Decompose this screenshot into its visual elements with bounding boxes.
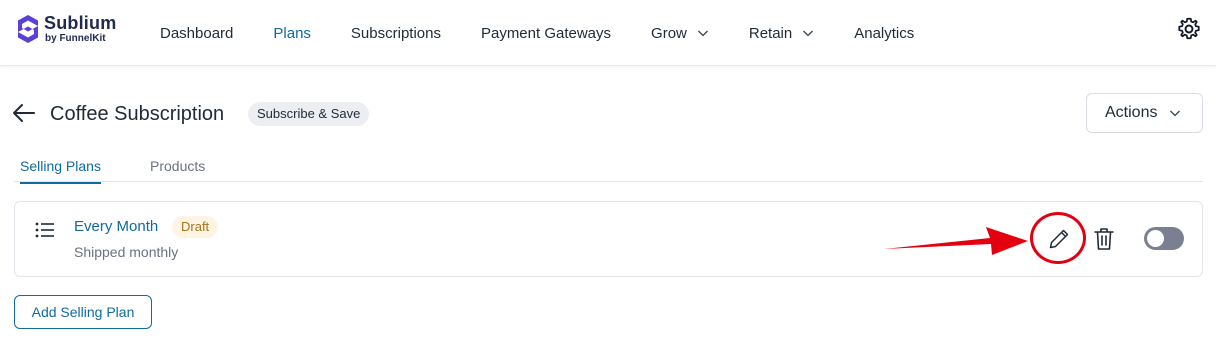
- plan-name-link[interactable]: Every Month: [74, 218, 158, 235]
- top-navigation-bar: Sublium by FunnelKit Dashboard Plans Sub…: [0, 0, 1216, 66]
- annotation-circle: [1030, 212, 1086, 264]
- page-title: Coffee Subscription: [50, 103, 225, 125]
- annotation-arrow-icon: [884, 227, 1028, 255]
- toggle-knob: [1147, 230, 1164, 247]
- nav-item-label: Retain: [748, 24, 793, 42]
- actions-dropdown-button[interactable]: Actions: [1086, 93, 1203, 133]
- nav-item-label: Payment Gateways: [480, 24, 612, 42]
- actions-label: Actions: [1105, 104, 1158, 121]
- plan-description: Shipped monthly: [74, 244, 179, 260]
- sublium-logo-icon: [18, 15, 38, 43]
- nav-item-dashboard[interactable]: Dashboard: [160, 25, 233, 42]
- nav-item-retain[interactable]: Retain: [749, 25, 814, 42]
- trash-icon[interactable]: [1093, 226, 1115, 252]
- nav-item-label: Analytics: [854, 24, 915, 42]
- nav-item-analytics[interactable]: Analytics: [854, 25, 914, 42]
- chevron-down-icon: [803, 30, 814, 37]
- main-nav: Dashboard Plans Subscriptions Payment Ga…: [160, 0, 954, 66]
- nav-item-label: Subscriptions: [350, 24, 441, 42]
- chevron-down-icon: [1170, 110, 1181, 117]
- gear-icon[interactable]: [1176, 16, 1202, 42]
- nav-item-plans[interactable]: Plans: [273, 25, 311, 42]
- nav-item-payment-gateways[interactable]: Payment Gateways: [481, 25, 611, 42]
- brand-logo[interactable]: Sublium by FunnelKit: [17, 13, 127, 46]
- nav-item-label: Plans: [273, 24, 311, 42]
- arrow-left-icon[interactable]: [11, 101, 37, 125]
- brand-tagline-prefix: by: [45, 33, 60, 44]
- add-selling-plan-button[interactable]: Add Selling Plan: [14, 295, 152, 329]
- chevron-down-icon: [697, 30, 708, 37]
- plan-enable-toggle[interactable]: [1144, 227, 1184, 250]
- plan-type-badge: Subscribe & Save: [248, 102, 370, 126]
- brand-tagline: by FunnelKit: [45, 33, 106, 44]
- brand-name: Sublium: [44, 13, 117, 33]
- nav-item-subscriptions[interactable]: Subscriptions: [351, 25, 441, 42]
- nav-item-label: Grow: [651, 24, 687, 42]
- nav-item-grow[interactable]: Grow: [651, 25, 709, 42]
- brand-tagline-brand: FunnelKit: [59, 33, 106, 44]
- list-icon[interactable]: [35, 221, 55, 239]
- nav-item-label: Dashboard: [160, 24, 234, 42]
- status-badge: Draft: [172, 216, 219, 238]
- tab-products[interactable]: Products: [150, 158, 205, 182]
- plan-tabs: Selling Plans Products: [14, 152, 1203, 184]
- tab-selling-plans[interactable]: Selling Plans: [20, 158, 101, 184]
